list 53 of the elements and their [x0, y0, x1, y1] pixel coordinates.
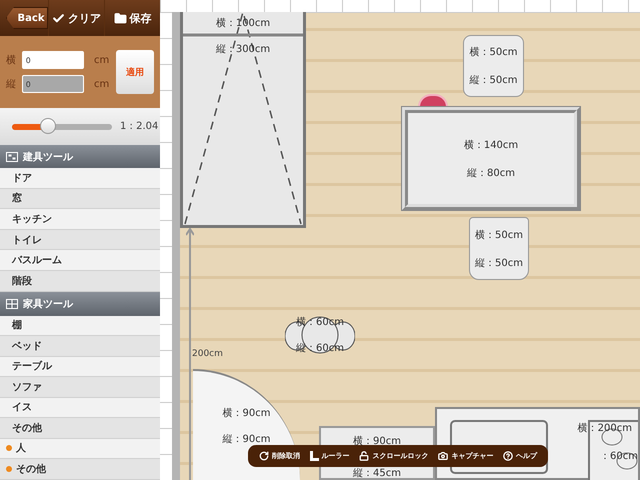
size-label: 縦：300cm: [216, 43, 270, 56]
size-label: 縦：50cm: [475, 256, 523, 270]
tool-list-item[interactable]: キッチン: [0, 209, 160, 230]
folder-icon: [114, 12, 126, 24]
curved-arrow-icon: [258, 451, 269, 461]
bed-object[interactable]: 横：100cm 縦：300cm: [180, 12, 306, 228]
tool-list-item[interactable]: 窓: [0, 188, 160, 210]
size-label: 横：140cm: [464, 138, 518, 152]
tool-list-item[interactable]: ドア: [0, 168, 160, 189]
scale-reading: 1 : 2.04: [120, 121, 158, 132]
help-icon: [503, 451, 514, 461]
size-label: 横：50cm: [475, 228, 523, 242]
bullet-icon: [6, 466, 12, 472]
dimension-label: 200cm: [192, 349, 223, 359]
slider-thumb[interactable]: [40, 118, 56, 134]
tool-list-item[interactable]: ソファ: [0, 377, 160, 398]
tool-list-item[interactable]: その他: [0, 459, 160, 480]
tool-list-item[interactable]: トイレ: [0, 230, 160, 250]
section-title: 家具ツール: [23, 297, 73, 311]
field-label: 縦: [6, 78, 17, 91]
size-label: 縦：45cm: [353, 467, 401, 480]
check-icon: [52, 12, 65, 24]
lock-icon: [359, 451, 370, 461]
table-grid-icon: [6, 298, 18, 309]
bullet-icon: [6, 445, 12, 452]
tool-list-item[interactable]: 階段: [0, 270, 160, 292]
handle-icon[interactable]: [418, 94, 448, 107]
size-label: 横：50cm: [470, 46, 518, 59]
tool-list-item[interactable]: その他: [0, 418, 160, 439]
unit-label: cm: [94, 54, 110, 66]
size-label: 横：100cm: [216, 16, 270, 30]
chair-object[interactable]: 横：50cm 縦：50cm: [463, 35, 524, 97]
tool-list-item[interactable]: 人: [0, 438, 160, 460]
camera-icon: [438, 451, 448, 461]
section-title: 建具ツール: [23, 150, 73, 164]
size-label: 横：90cm: [222, 406, 270, 420]
tool-list-item[interactable]: ベッド: [0, 336, 160, 357]
size-label: 縦：80cm: [467, 166, 515, 180]
size-label: 横：90cm: [353, 434, 401, 448]
size-label: 横：200cm: [578, 422, 632, 435]
tool-list-item[interactable]: テーブル: [0, 356, 160, 378]
table-object[interactable]: 横：140cm 縦：80cm: [402, 107, 580, 210]
field-label: 横: [6, 54, 17, 67]
tool-list-item[interactable]: 棚: [0, 316, 160, 336]
size-label: 縦：90cm: [222, 432, 270, 446]
chair-object[interactable]: 横：50cm 縦：50cm: [469, 217, 529, 280]
back-button[interactable]: Back: [6, 7, 48, 29]
unit-label: cm: [94, 78, 110, 90]
size-input-field[interactable]: 0: [22, 51, 84, 69]
tool-list-item[interactable]: イス: [0, 398, 160, 418]
tool-list-item[interactable]: バスルーム: [0, 250, 160, 271]
size-label: 縦：50cm: [470, 74, 518, 87]
fixture-grid-icon: [6, 152, 18, 162]
